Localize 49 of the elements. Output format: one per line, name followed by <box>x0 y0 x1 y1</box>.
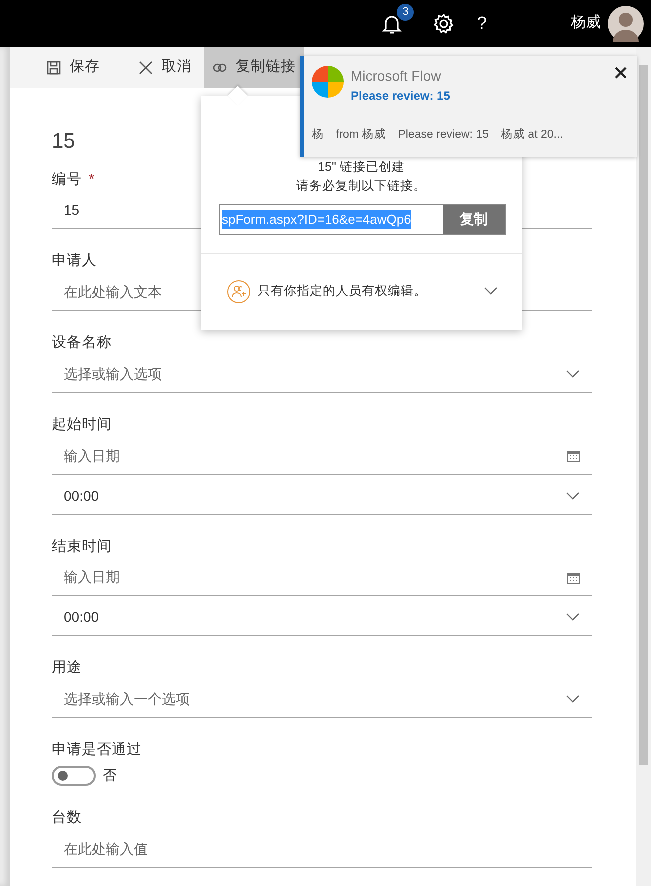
date-field[interactable]: 输入日期 <box>52 438 592 474</box>
calendar-icon <box>567 572 580 584</box>
close-icon <box>138 60 154 76</box>
copy-instruction: 请务必复制以下链接。 <box>296 178 428 195</box>
time-dropdown[interactable]: 00:00 <box>52 600 592 636</box>
field-label: 用途 <box>52 659 82 678</box>
dropdown-field[interactable]: 选择或输入一个选项 <box>52 682 592 718</box>
form-title: 15 <box>52 129 76 155</box>
chevron-down-icon <box>566 695 580 704</box>
help-button[interactable]: ? <box>477 10 487 37</box>
field-label: 起始时间 <box>52 416 112 435</box>
permission-selector[interactable]: 只有你指定的人员有权编辑。 <box>227 280 498 304</box>
notification-subject: Please review: 15 <box>351 88 450 105</box>
scrollbar[interactable] <box>636 47 651 886</box>
field-label: 结束时间 <box>52 538 112 556</box>
field-label: 编号 <box>52 170 82 190</box>
notification-detail: from 杨威 <box>336 128 386 143</box>
calendar-icon <box>567 450 580 462</box>
field-label: 台数 <box>52 809 82 828</box>
command-button[interactable]: 保存 <box>38 47 108 88</box>
chevron-down-icon <box>484 287 498 296</box>
field-label: 设备名称 <box>52 334 112 353</box>
command-button[interactable]: 取消 <box>130 47 200 88</box>
app-logo-icon <box>312 66 344 98</box>
notification-count: 3 <box>397 4 414 20</box>
save-icon <box>46 60 62 76</box>
people-icon <box>227 280 251 304</box>
settings-icon[interactable] <box>432 12 456 36</box>
notification-detail: 杨威 at 20... <box>500 128 564 143</box>
text-field[interactable]: 在此处输入值 <box>52 832 592 868</box>
chevron-down-icon <box>566 370 580 379</box>
chevron-down-icon <box>566 613 580 622</box>
toggle-state-text: 否 <box>103 766 117 786</box>
notification-app-name: Microsoft Flow <box>351 67 442 86</box>
notification-detail: Please review: 15 <box>398 128 489 143</box>
field-label: 申请是否通过 <box>52 741 142 760</box>
date-field[interactable]: 输入日期 <box>52 560 592 596</box>
notification-detail: 杨 <box>312 128 324 143</box>
dropdown-field[interactable]: 选择或输入选项 <box>52 356 592 393</box>
user-name[interactable]: 杨威 <box>571 12 601 35</box>
field-label: 申请人 <box>52 252 97 272</box>
time-dropdown[interactable]: 00:00 <box>52 478 592 514</box>
avatar[interactable] <box>608 6 644 42</box>
command-button[interactable]: 复制链接 <box>204 47 304 88</box>
required-mark: * <box>89 170 95 190</box>
chevron-down-icon <box>566 492 580 500</box>
toggle-switch[interactable] <box>52 766 96 786</box>
close-icon <box>613 65 629 82</box>
link-created-text: 15" 链接已创建 <box>317 160 406 175</box>
